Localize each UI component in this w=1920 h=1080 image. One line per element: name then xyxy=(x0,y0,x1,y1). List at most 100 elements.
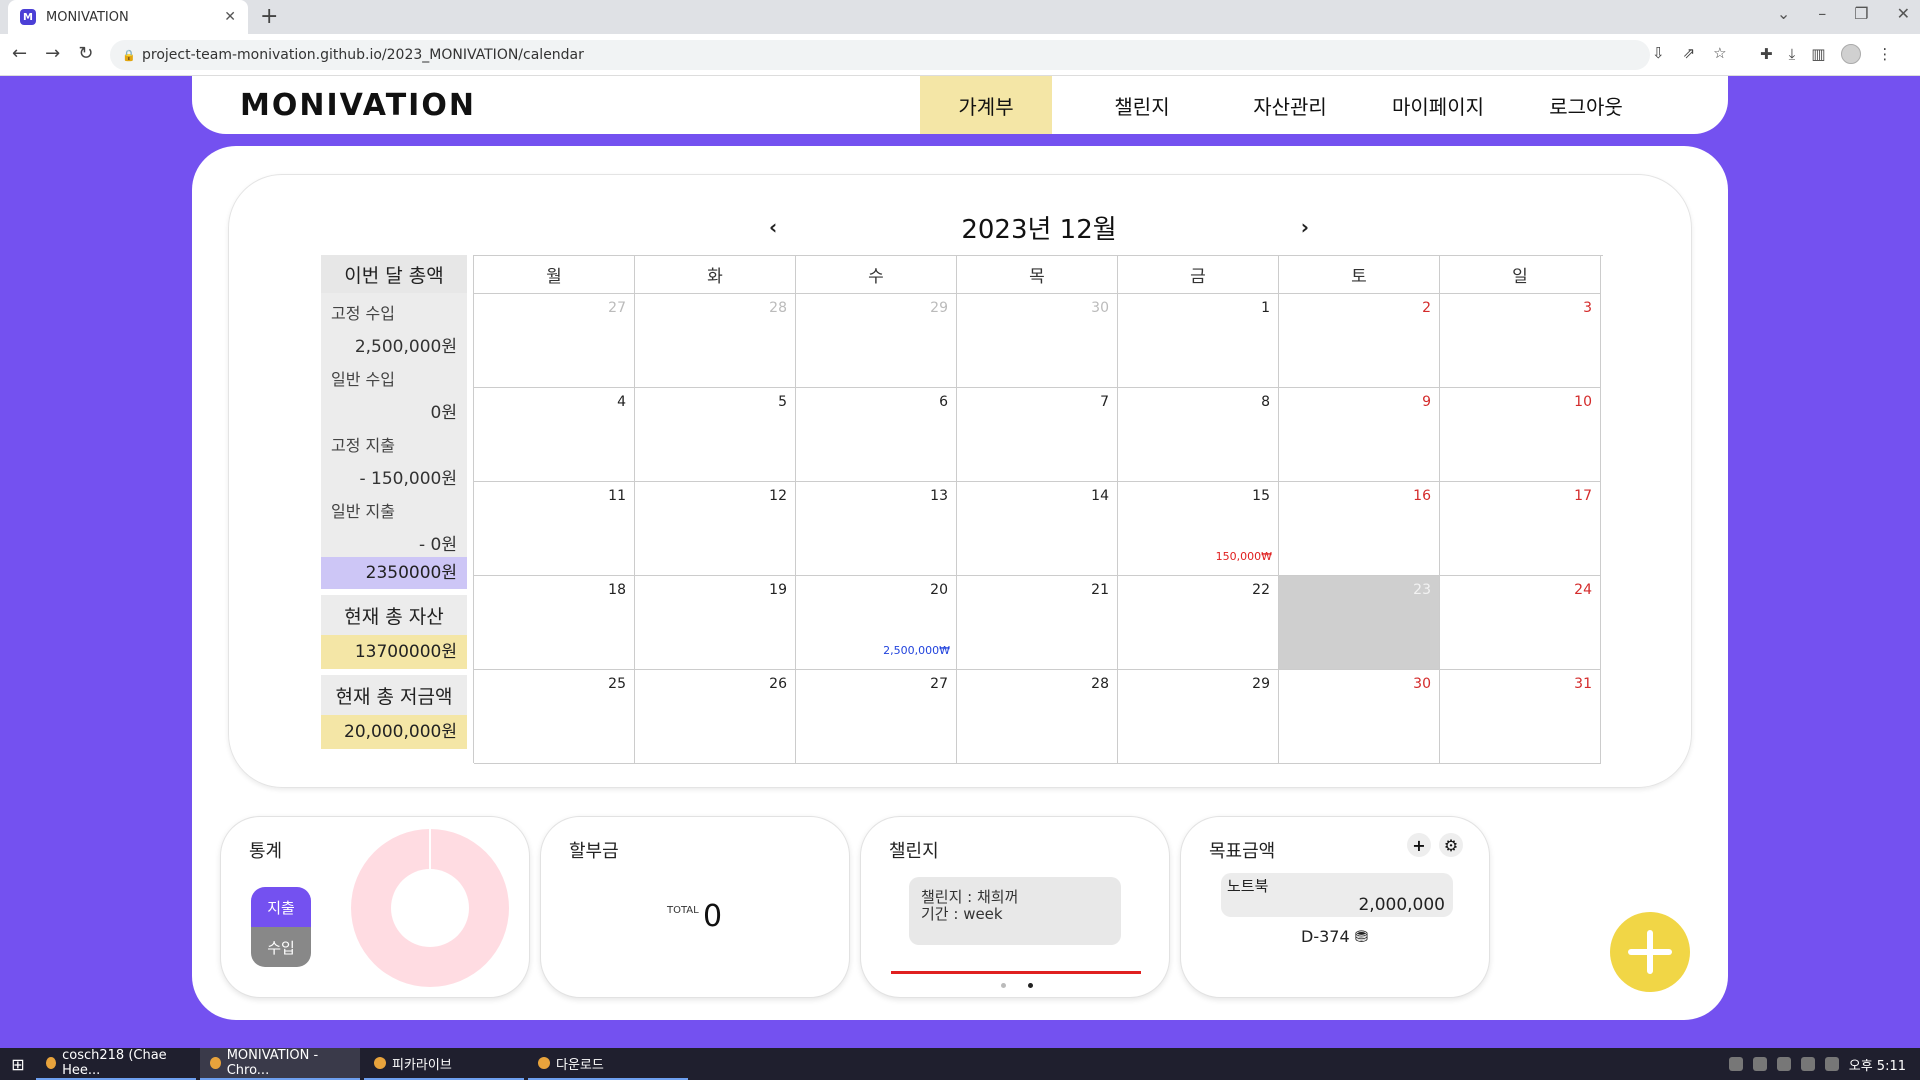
day-number: 8 xyxy=(1261,394,1270,410)
calendar-day[interactable]: 1 xyxy=(1118,294,1279,388)
general-income-label: 일반 수입 xyxy=(331,370,395,389)
day-number: 4 xyxy=(617,394,626,410)
calendar-day[interactable]: 29 xyxy=(796,294,957,388)
forward-icon[interactable]: → xyxy=(45,43,60,64)
calendar-card: 2023년 12월 ‹ › 이번 달 총액 고정 수입 2,500,000원 일… xyxy=(228,174,1692,788)
calendar-day[interactable]: 30 xyxy=(1279,670,1440,764)
volume-icon[interactable] xyxy=(1824,1057,1839,1071)
day-number: 27 xyxy=(930,676,948,692)
share-icon[interactable]: ⇗ xyxy=(1683,44,1696,62)
calendar-week: 4 5 6 7 8 9 10 xyxy=(474,388,1603,482)
installment-total-label: TOTAL xyxy=(667,905,699,916)
challenge-card[interactable]: 챌린지 : 채희꺼 기간 : week xyxy=(909,877,1121,945)
add-entry-button[interactable] xyxy=(1610,912,1690,992)
calendar-day[interactable]: 27 xyxy=(474,294,635,388)
calendar-day[interactable]: 18 xyxy=(474,576,635,670)
taskbar-item[interactable]: 피카라이브 xyxy=(364,1048,524,1080)
day-number: 14 xyxy=(1091,488,1109,504)
fixed-expense-value: - 150,000원 xyxy=(359,469,457,489)
calendar-day[interactable]: 27 xyxy=(796,670,957,764)
tab-search-icon[interactable]: ⌄ xyxy=(1777,4,1790,23)
nav-challenge[interactable]: 챌린지 xyxy=(1068,76,1216,134)
general-income-value: 0원 xyxy=(430,403,457,423)
calendar-day[interactable]: 6 xyxy=(796,388,957,482)
prev-month-button[interactable]: ‹ xyxy=(769,215,777,239)
add-goal-button[interactable]: + xyxy=(1407,833,1431,857)
windows-taskbar: ⊞ cosch218 (Chae Hee... MONIVATION - Chr… xyxy=(0,1048,1920,1080)
calendar-day[interactable]: 9 xyxy=(1279,388,1440,482)
calendar-day[interactable]: 10 xyxy=(1440,388,1601,482)
calendar-day[interactable]: 4 xyxy=(474,388,635,482)
windows-start-icon[interactable]: ⊞ xyxy=(0,1048,36,1080)
profile-avatar[interactable] xyxy=(1841,44,1862,64)
calendar-day[interactable]: 2 xyxy=(1279,294,1440,388)
calendar-day-today[interactable]: 23 xyxy=(1279,576,1440,670)
weekday-sat: 토 xyxy=(1279,256,1440,294)
calendar-day[interactable]: 24 xyxy=(1440,576,1601,670)
carousel-dot[interactable] xyxy=(1001,983,1006,988)
network-icon[interactable] xyxy=(1800,1057,1815,1071)
calendar-day[interactable]: 30 xyxy=(957,294,1118,388)
expense-toggle-button[interactable]: 지출 xyxy=(251,887,311,927)
clock[interactable]: 오후 5:11 xyxy=(1849,1055,1906,1074)
calendar-day[interactable]: 5 xyxy=(635,388,796,482)
goal-item[interactable]: 노트북 2,000,000 xyxy=(1221,873,1453,917)
calendar-day[interactable]: 25 xyxy=(474,670,635,764)
installment-title: 할부금 xyxy=(569,841,619,862)
calendar-day[interactable]: 26 xyxy=(635,670,796,764)
restore-icon[interactable]: ❐ xyxy=(1854,4,1868,23)
side-panel-icon[interactable]: ▥ xyxy=(1811,45,1825,63)
extensions-icon[interactable]: ✚ xyxy=(1760,45,1773,63)
day-number: 16 xyxy=(1413,488,1431,504)
back-icon[interactable]: ← xyxy=(12,43,27,64)
calendar-day[interactable]: 28 xyxy=(635,294,796,388)
calendar-day[interactable]: 28 xyxy=(957,670,1118,764)
tray-icon[interactable] xyxy=(1752,1057,1767,1071)
calendar-day[interactable]: 17 xyxy=(1440,482,1601,576)
browser-tab[interactable]: M MONIVATION ✕ xyxy=(8,0,248,34)
close-tab-icon[interactable]: ✕ xyxy=(224,9,236,25)
calendar-day[interactable]: 15 150,000₩ xyxy=(1118,482,1279,576)
tray-icon[interactable] xyxy=(1776,1057,1791,1071)
income-toggle-button[interactable]: 수입 xyxy=(251,927,311,967)
day-number: 19 xyxy=(769,582,787,598)
taskbar-item[interactable]: cosch218 (Chae Hee... xyxy=(36,1048,196,1080)
nav-logout[interactable]: 로그아웃 xyxy=(1512,76,1660,134)
nav-mypage[interactable]: 마이페이지 xyxy=(1364,76,1512,134)
calendar-day[interactable]: 14 xyxy=(957,482,1118,576)
tray-icon[interactable] xyxy=(1728,1057,1743,1071)
calendar-day[interactable]: 16 xyxy=(1279,482,1440,576)
url-field[interactable]: 🔒 project-team-monivation.github.io/2023… xyxy=(110,40,1650,70)
assets-title: 현재 총 자산 xyxy=(321,595,467,635)
calendar-day[interactable]: 8 xyxy=(1118,388,1279,482)
downloads-icon[interactable]: ⤓ xyxy=(1789,45,1796,63)
new-tab-icon[interactable]: + xyxy=(260,4,278,29)
calendar-day[interactable]: 29 xyxy=(1118,670,1279,764)
calendar-day[interactable]: 11 xyxy=(474,482,635,576)
window-close-icon[interactable]: ✕ xyxy=(1897,4,1910,23)
calendar-day[interactable]: 22 xyxy=(1118,576,1279,670)
calendar-day[interactable]: 13 xyxy=(796,482,957,576)
logo[interactable]: MONIVATION xyxy=(240,88,476,123)
reload-icon[interactable]: ↻ xyxy=(78,43,93,64)
calendar-day[interactable]: 20 2,500,000₩ xyxy=(796,576,957,670)
calendar-day[interactable]: 31 xyxy=(1440,670,1601,764)
carousel-dot-active[interactable] xyxy=(1028,983,1033,988)
calendar-day[interactable]: 19 xyxy=(635,576,796,670)
taskbar-item[interactable]: MONIVATION - Chro... xyxy=(200,1048,360,1080)
assets-value: 13700000원 xyxy=(321,635,467,669)
minimize-icon[interactable]: – xyxy=(1818,4,1826,23)
goal-settings-icon[interactable]: ⚙ xyxy=(1439,833,1463,857)
next-month-button[interactable]: › xyxy=(1301,215,1309,239)
menu-icon[interactable]: ⋮ xyxy=(1877,45,1892,63)
calendar-day[interactable]: 21 xyxy=(957,576,1118,670)
nav-assets[interactable]: 자산관리 xyxy=(1216,76,1364,134)
calendar-day[interactable]: 12 xyxy=(635,482,796,576)
install-icon[interactable]: ⇩ xyxy=(1652,44,1665,62)
taskbar-item-label: cosch218 (Chae Hee... xyxy=(62,1048,167,1078)
calendar-day[interactable]: 3 xyxy=(1440,294,1601,388)
nav-ledger[interactable]: 가계부 xyxy=(920,76,1052,134)
calendar-day[interactable]: 7 xyxy=(957,388,1118,482)
bookmark-star-icon[interactable]: ☆ xyxy=(1713,44,1726,62)
taskbar-item[interactable]: 다운로드 xyxy=(528,1048,688,1080)
